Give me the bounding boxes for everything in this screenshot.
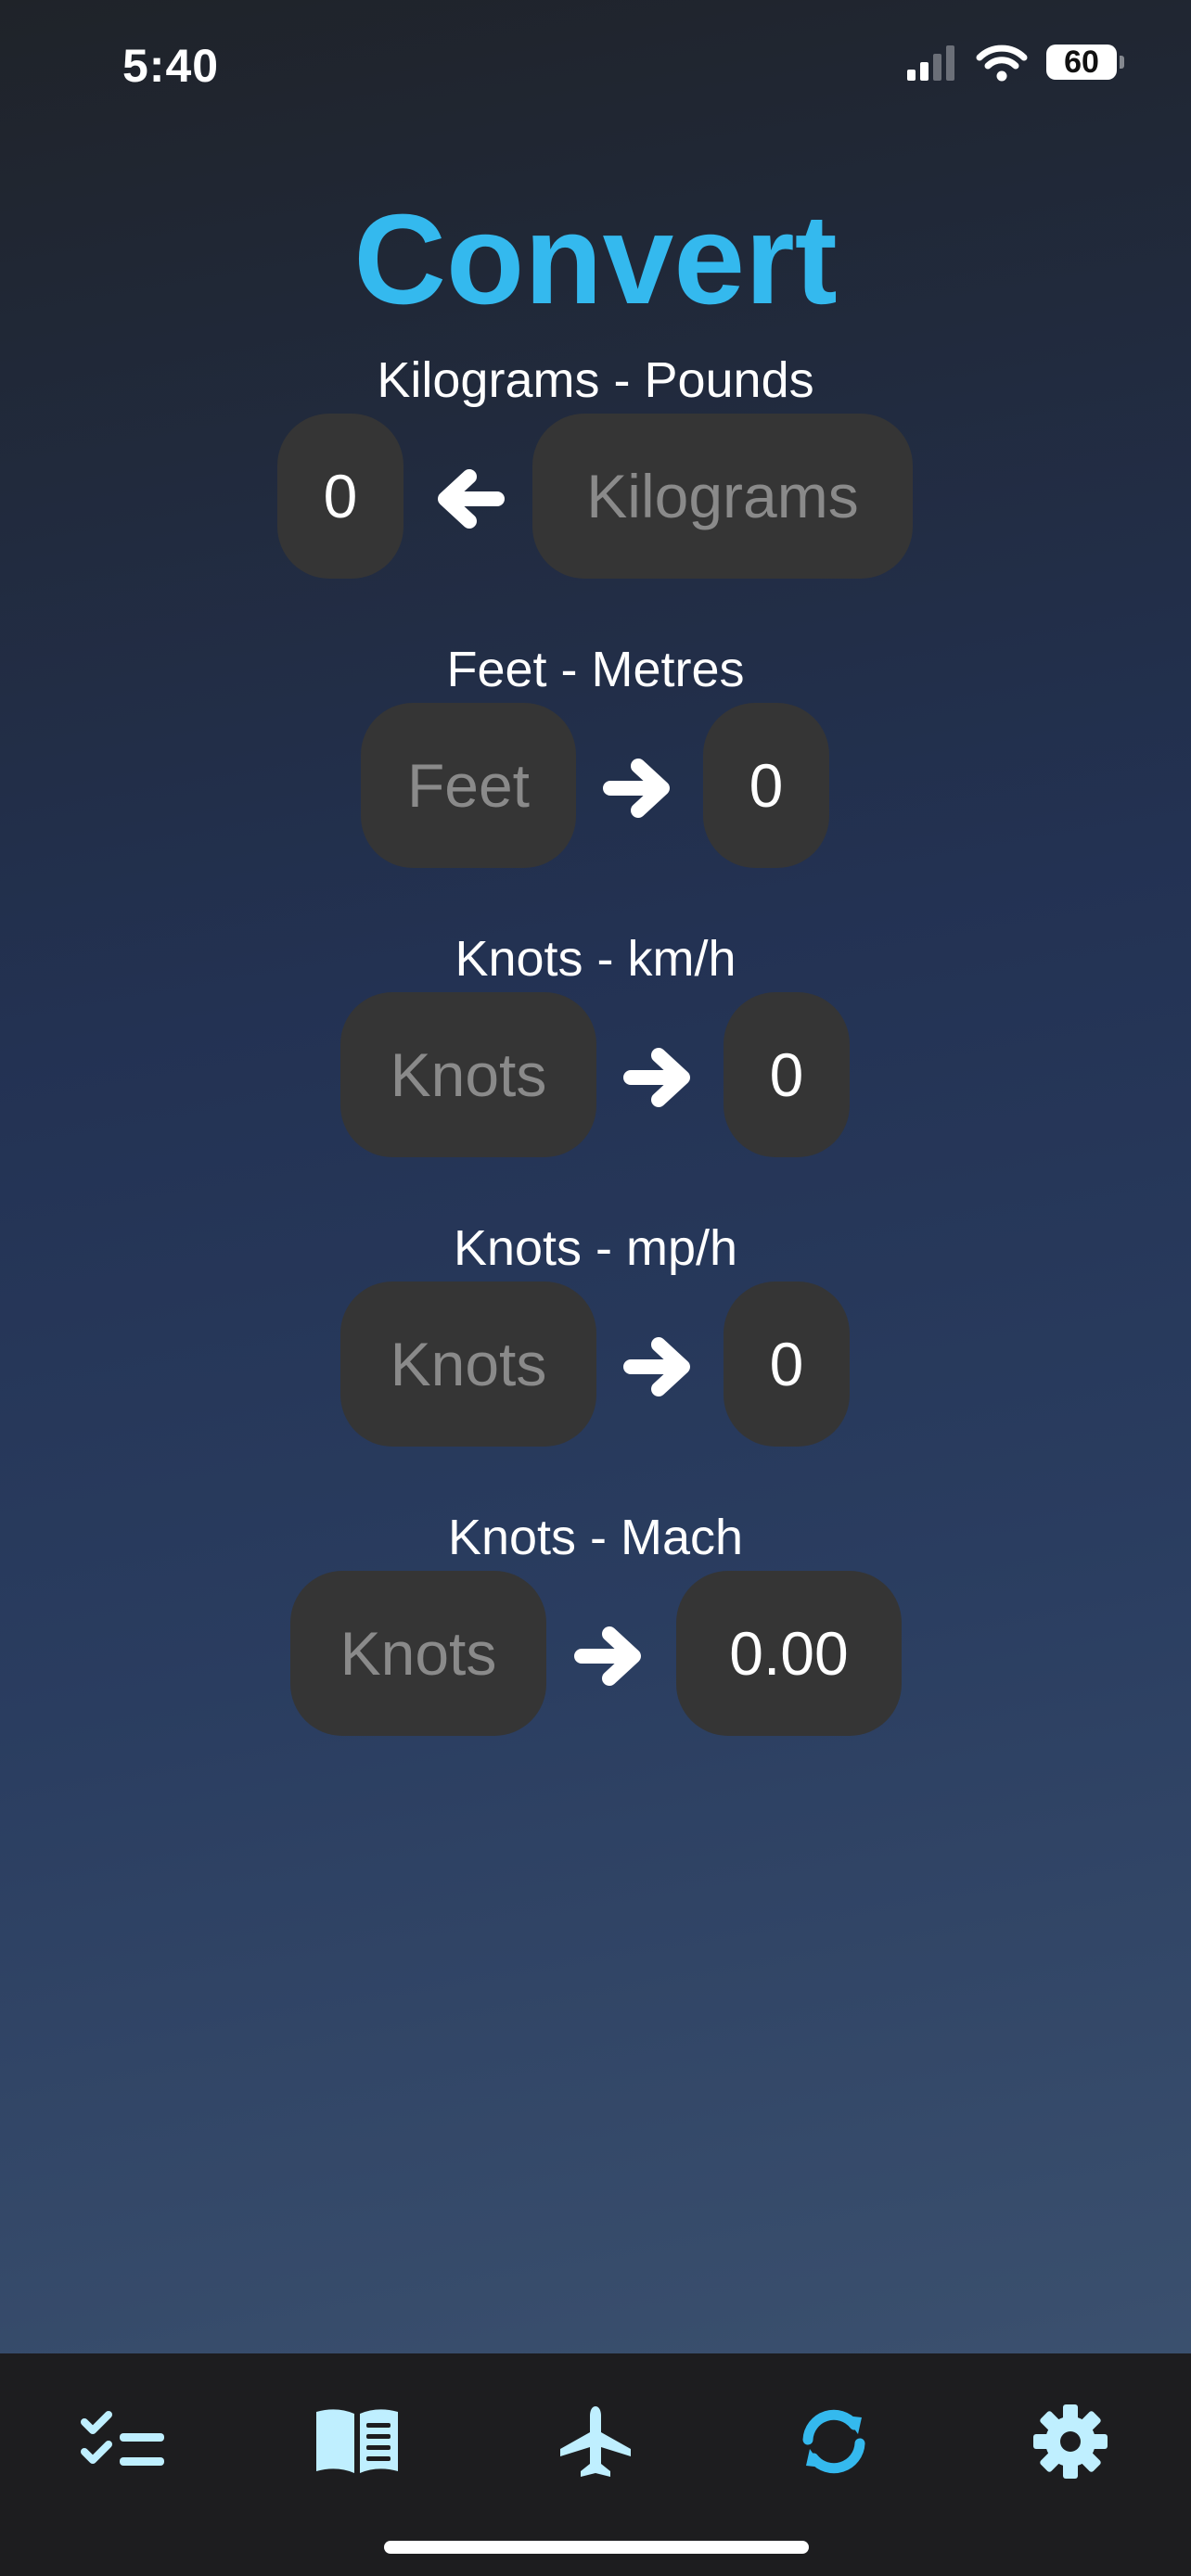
tab-convert[interactable] bbox=[783, 2391, 885, 2493]
wifi-icon bbox=[976, 45, 1028, 82]
converter-label-kt-mph: Knots - mp/h bbox=[453, 1220, 738, 1276]
battery-indicator: 60 bbox=[1046, 45, 1124, 80]
gear-icon bbox=[1033, 2404, 1108, 2479]
arrow-left-icon bbox=[438, 469, 505, 529]
tab-checklist[interactable] bbox=[72, 2391, 174, 2493]
knots-kmh-input[interactable]: Knots bbox=[340, 992, 596, 1157]
pounds-output: 0 bbox=[277, 414, 403, 579]
convert-arrows-icon bbox=[802, 2409, 865, 2474]
tab-airplane[interactable] bbox=[544, 2391, 647, 2493]
status-icons: 60 bbox=[905, 43, 1124, 82]
feet-input[interactable]: Feet bbox=[361, 703, 576, 868]
converter-label-kg-lb: Kilograms - Pounds bbox=[377, 352, 814, 408]
mach-output: 0.00 bbox=[676, 1571, 902, 1736]
kilograms-input[interactable]: Kilograms bbox=[532, 414, 913, 579]
airplane-icon bbox=[560, 2406, 631, 2477]
arrow-right-icon bbox=[603, 759, 670, 818]
status-time: 5:40 bbox=[122, 40, 220, 92]
checklist-icon bbox=[81, 2411, 164, 2466]
converter-label-ft-m: Feet - Metres bbox=[446, 642, 745, 697]
kmh-output: 0 bbox=[724, 992, 850, 1157]
arrow-right-icon bbox=[574, 1626, 641, 1686]
knots-mach-input[interactable]: Knots bbox=[290, 1571, 546, 1736]
status-bar: 5:40 60 bbox=[0, 0, 1191, 139]
tab-settings[interactable] bbox=[1019, 2391, 1121, 2493]
knots-mph-input[interactable]: Knots bbox=[340, 1282, 596, 1447]
battery-level: 60 bbox=[1064, 45, 1099, 80]
converter-label-kt-kmh: Knots - km/h bbox=[455, 931, 736, 987]
home-indicator bbox=[384, 2541, 809, 2554]
arrow-right-icon bbox=[623, 1337, 690, 1396]
page-title: Convert bbox=[353, 188, 838, 331]
mph-output: 0 bbox=[724, 1282, 850, 1447]
arrow-right-icon bbox=[623, 1048, 690, 1107]
book-icon bbox=[316, 2409, 398, 2473]
battery-tip bbox=[1120, 56, 1124, 69]
converter-label-kt-mach: Knots - Mach bbox=[447, 1510, 744, 1565]
tab-book[interactable] bbox=[306, 2391, 408, 2493]
cellular-signal-icon bbox=[907, 45, 954, 81]
metres-output: 0 bbox=[703, 703, 829, 868]
